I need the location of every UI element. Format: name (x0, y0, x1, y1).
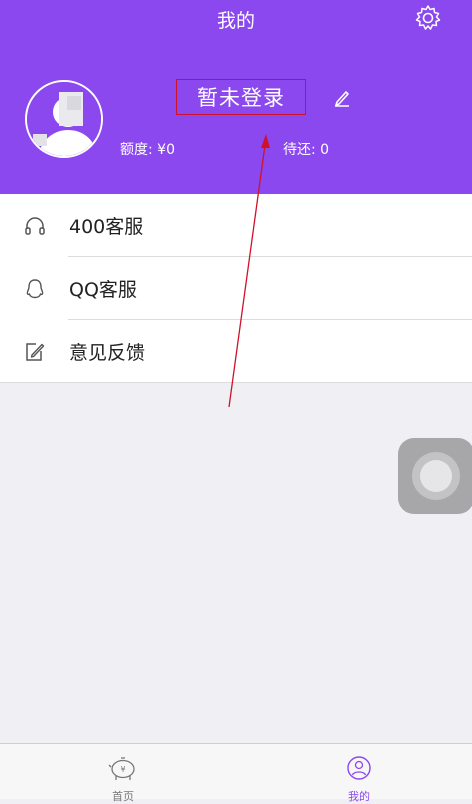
profile-header: 我的 暂未登录 额度: ¥0 待还: 0 (0, 0, 472, 194)
pencil-icon[interactable] (331, 86, 353, 108)
gear-icon[interactable] (414, 4, 442, 32)
menu-item-qq[interactable]: QQ客服 (0, 257, 472, 320)
assistive-touch-button[interactable] (398, 438, 472, 514)
menu-item-label: 意见反馈 (69, 342, 146, 364)
edit-icon (26, 343, 45, 361)
profile-icon (347, 756, 371, 780)
credit-limit: 额度: ¥0 (120, 142, 175, 158)
menu-item-label: 400客服 (69, 216, 144, 238)
menu-item-hotline[interactable]: 400客服 (0, 194, 472, 257)
tab-home[interactable]: ¥ 首页 (63, 744, 183, 803)
menu-item-feedback[interactable]: 意见反馈 (0, 320, 472, 383)
bottom-tab-bar: ¥ 首页 我的 (0, 743, 472, 803)
tab-label: 首页 (112, 790, 134, 803)
headphones-icon (25, 217, 45, 235)
piggy-bank-icon: ¥ (108, 757, 135, 780)
pending-repayment: 待还: 0 (283, 142, 330, 158)
service-menu: 400客服 QQ客服 意见反馈 (0, 194, 472, 383)
page-title: 我的 (216, 10, 255, 32)
tab-label: 我的 (348, 790, 370, 803)
user-silhouette-icon (27, 82, 101, 156)
menu-item-label: QQ客服 (69, 279, 137, 301)
divider (0, 382, 472, 383)
qq-icon (26, 279, 44, 299)
avatar[interactable] (25, 80, 103, 158)
login-status-button[interactable]: 暂未登录 (176, 79, 306, 115)
svg-text:¥: ¥ (120, 765, 125, 774)
tab-mine[interactable]: 我的 (299, 744, 419, 803)
assistive-dot (420, 460, 452, 492)
